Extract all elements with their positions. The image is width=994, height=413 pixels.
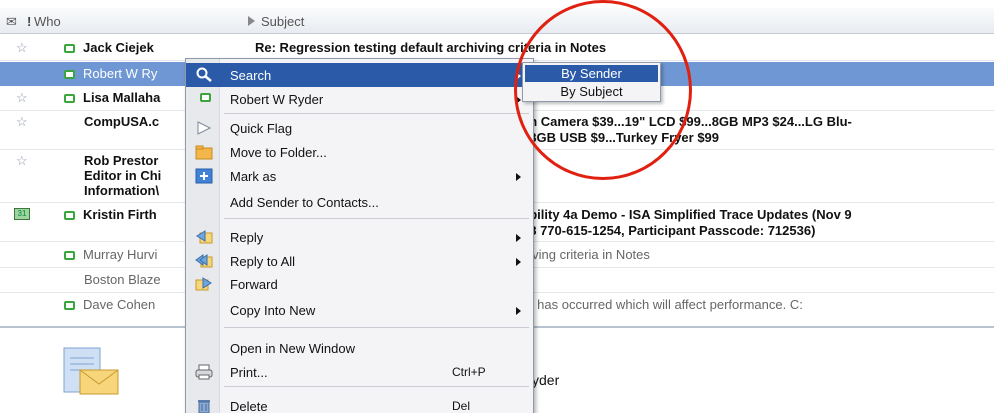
menu-item-search[interactable]: Search <box>186 63 533 87</box>
menu-item-label: Copy Into New <box>230 303 316 318</box>
menu-item-delete[interactable]: Delete Del <box>186 394 533 413</box>
menu-item-label: Reply <box>230 230 264 245</box>
row-who: Jack Ciejek <box>64 40 154 55</box>
submenu-item-by-subject[interactable]: By Subject <box>525 83 658 100</box>
menu-item-forward[interactable]: Forward <box>186 272 533 296</box>
unread-marker-icon <box>64 251 75 260</box>
menu-separator <box>224 218 529 219</box>
reply-icon <box>196 230 213 244</box>
who-text: Jack Ciejek <box>83 40 154 55</box>
sort-triangle-icon <box>248 16 255 26</box>
flag-icon <box>197 121 212 135</box>
row-who: Lisa Mallaha <box>64 90 160 105</box>
row-who: Dave Cohen <box>64 297 155 312</box>
row-who: Murray Hurvi <box>64 247 157 262</box>
submenu-arrow-icon <box>516 258 521 266</box>
calendar-icon: 31 <box>14 208 30 220</box>
row-subject-line2: 38 770-615-1254, Participant Passcode: 7… <box>522 223 816 238</box>
menu-item-copy-into-new[interactable]: Copy Into New <box>186 298 533 322</box>
contact-icon <box>200 93 211 102</box>
menu-item-label: Move to Folder... <box>230 145 327 160</box>
menu-separator <box>224 386 529 387</box>
row-who-line3: Information\ <box>84 183 160 198</box>
mark-as-icon <box>195 168 213 184</box>
menu-item-label: Reply to All <box>230 254 296 269</box>
submenu-arrow-icon <box>516 234 521 242</box>
table-row[interactable]: ☆ Jack Ciejek Re: Regression testing def… <box>0 36 994 60</box>
unread-marker-icon <box>64 211 75 220</box>
mail-client-window: ✉ ! Who Subject ☆ Jack Ciejek Re: Regres… <box>0 0 994 413</box>
who-text: Dave Cohen <box>83 297 156 312</box>
submenu-arrow-icon <box>516 96 521 104</box>
menu-item-label: Add Sender to Contacts... <box>230 195 379 210</box>
star-icon[interactable]: ☆ <box>16 114 28 130</box>
row-who: Boston Blaze <box>84 272 161 287</box>
who-text: Robert W Ry <box>83 66 158 81</box>
unread-marker-icon <box>64 44 75 53</box>
row-subject-line2: ..8GB USB $9...Turkey Fryer $99 <box>522 130 720 145</box>
star-icon[interactable]: ☆ <box>16 90 28 106</box>
submenu-arrow-icon <box>516 173 521 181</box>
preview-sender-text: yder <box>532 372 560 388</box>
who-text: Kristin Firth <box>83 207 157 222</box>
row-who-line1: Rob Prestor <box>84 153 159 168</box>
star-icon[interactable]: ☆ <box>16 153 28 169</box>
menu-item-label: Delete <box>230 399 268 413</box>
row-subject: Re: Regression testing default archiving… <box>255 40 607 55</box>
star-icon[interactable]: ☆ <box>16 40 28 56</box>
menu-item-mark-as[interactable]: Mark as <box>186 164 533 188</box>
menu-item-robert-w-ryder[interactable]: Robert W Ryder <box>186 87 533 111</box>
menu-item-label: Robert W Ryder <box>230 92 324 107</box>
importance-column-icon[interactable]: ! <box>27 14 31 29</box>
menu-item-move-to-folder[interactable]: Move to Folder... <box>186 140 533 164</box>
folder-icon <box>195 145 213 160</box>
envelope-column-icon[interactable]: ✉ <box>6 14 17 30</box>
who-text: Murray Hurvi <box>83 247 158 262</box>
reply-all-icon <box>195 254 213 268</box>
submenu-arrow-icon <box>516 72 521 80</box>
subject-column-header[interactable]: Subject <box>248 14 304 29</box>
row-who-line2: Editor in Chi <box>84 168 162 183</box>
menu-item-reply-to-all[interactable]: Reply to All <box>186 249 533 273</box>
menu-item-add-sender-to-contacts[interactable]: Add Sender to Contacts... <box>186 190 533 214</box>
menu-item-reply[interactable]: Reply <box>186 225 533 249</box>
menu-item-print[interactable]: Print... Ctrl+P <box>186 360 533 384</box>
menu-item-open-in-new-window[interactable]: Open in New Window <box>186 336 533 360</box>
column-header: ✉ ! Who Subject <box>0 8 994 34</box>
menu-separator <box>224 327 529 328</box>
forward-icon <box>195 277 212 291</box>
menu-item-label: Mark as <box>230 169 277 184</box>
unread-marker-icon <box>64 70 75 79</box>
search-submenu: By Sender By Subject <box>522 62 661 102</box>
trash-icon <box>198 400 210 413</box>
row-subject-line1: en Camera $39...19" LCD $99...8GB MP3 $2… <box>522 114 852 129</box>
shortcut-label: Del <box>452 399 471 413</box>
menu-item-quick-flag[interactable]: Quick Flag <box>186 116 533 140</box>
submenu-item-by-sender[interactable]: By Sender <box>525 65 658 82</box>
menu-item-label: Forward <box>230 277 278 292</box>
who-column-header[interactable]: Who <box>34 14 61 29</box>
context-menu: Search Robert W Ryder Quick Flag Move to… <box>185 58 534 413</box>
menu-item-label: Open in New Window <box>230 341 355 356</box>
menu-item-label: Quick Flag <box>230 121 293 136</box>
menu-item-label: Search <box>230 68 272 83</box>
row-subject: hiving criteria in Notes <box>522 247 650 262</box>
mail-envelope-icon <box>63 347 119 395</box>
row-subject-line1: ability 4a Demo - ISA Simplified Trace U… <box>522 207 852 222</box>
subject-column-label: Subject <box>261 14 305 29</box>
unread-marker-icon <box>64 94 75 103</box>
shortcut-label: Ctrl+P <box>452 365 486 379</box>
row-who: CompUSA.c <box>84 114 160 129</box>
magnifier-icon <box>196 67 212 82</box>
row-subject: or has occurred which will affect perfor… <box>522 297 803 312</box>
menu-item-label: Print... <box>230 365 268 380</box>
row-who: Robert W Ry <box>64 66 157 81</box>
row-who: Kristin Firth <box>64 207 157 222</box>
who-text: Lisa Mallaha <box>83 90 161 105</box>
submenu-arrow-icon <box>516 307 521 315</box>
printer-icon <box>195 364 213 380</box>
menu-separator <box>224 113 529 114</box>
unread-marker-icon <box>64 301 75 310</box>
